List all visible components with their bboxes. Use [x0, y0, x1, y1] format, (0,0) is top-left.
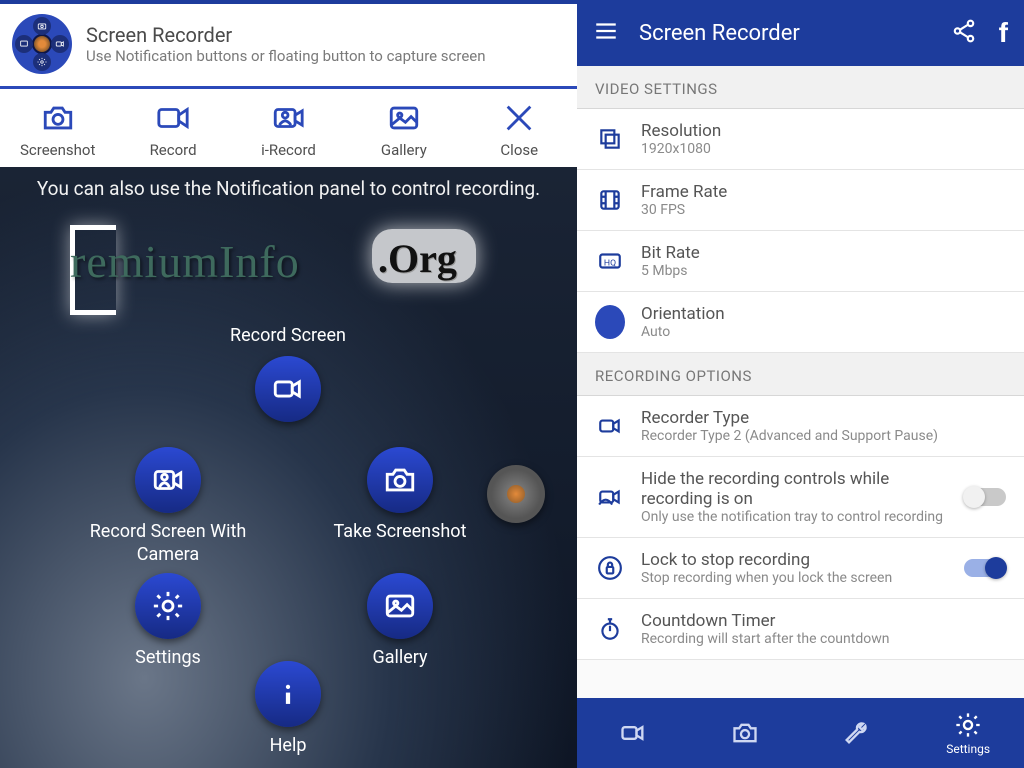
camera-icon — [38, 101, 78, 135]
hq-icon: HQ — [597, 248, 623, 274]
setting-lock-stop[interactable]: Lock to stop recording Stop recording wh… — [577, 538, 1024, 599]
toolbar: Screenshot Record i-Record Gallery Close — [0, 89, 577, 167]
tab-record[interactable] — [577, 698, 689, 768]
camera-icon — [37, 21, 47, 31]
record-with-camera-button[interactable]: Record Screen With Camera — [78, 447, 258, 566]
screenshot-button[interactable]: Screenshot — [8, 101, 108, 159]
appbar-title: Screen Recorder — [621, 21, 951, 46]
record-button[interactable]: Record — [123, 101, 223, 159]
tab-screenshot[interactable] — [689, 698, 801, 768]
close-icon — [499, 101, 539, 135]
overlay-gallery-button[interactable]: Gallery — [310, 573, 490, 670]
display-icon — [19, 39, 29, 49]
screenshot-label: Screenshot — [20, 141, 95, 159]
setting-hide-controls[interactable]: Hide the recording controls while record… — [577, 457, 1024, 538]
gallery-label: Gallery — [381, 141, 427, 159]
lock-stop-toggle[interactable] — [964, 559, 1006, 577]
share-icon — [951, 18, 977, 44]
film-icon — [597, 187, 623, 213]
close-label: Close — [500, 141, 538, 159]
bottom-nav: Settings — [577, 698, 1024, 768]
video-icon — [271, 372, 305, 406]
section-video-settings: VIDEO SETTINGS — [577, 66, 1024, 109]
tab-settings[interactable]: Settings — [912, 698, 1024, 768]
person-camera-icon — [268, 101, 308, 135]
setting-bitrate[interactable]: HQ Bit Rate 5 Mbps — [577, 231, 1024, 292]
watermark-text: remiumInfo — [70, 235, 300, 288]
appbar: Screen Recorder f — [577, 0, 1024, 66]
camera-icon — [731, 719, 759, 747]
video-icon — [597, 413, 623, 439]
video-icon — [153, 101, 193, 135]
gallery-button[interactable]: Gallery — [354, 101, 454, 159]
menu-button[interactable] — [593, 18, 621, 48]
take-screenshot-button[interactable]: Take Screenshot — [310, 447, 490, 544]
header-title: Screen Recorder — [86, 23, 486, 47]
setting-orientation[interactable]: Orientation Auto — [577, 292, 1024, 353]
setting-framerate[interactable]: Frame Rate 30 FPS — [577, 170, 1024, 231]
record-screen-button[interactable]: Record Screen — [198, 325, 378, 422]
gear-icon — [954, 711, 982, 739]
record-label: Record — [150, 141, 197, 159]
video-icon — [619, 719, 647, 747]
video-icon — [55, 39, 65, 49]
setting-recorder-type[interactable]: Recorder Type Recorder Type 2 (Advanced … — [577, 396, 1024, 457]
gallery-icon — [384, 101, 424, 135]
gear-icon — [151, 589, 185, 623]
section-recording-options: RECORDING OPTIONS — [577, 353, 1024, 396]
gallery-icon — [383, 589, 417, 623]
hamburger-icon — [593, 18, 619, 44]
phone-left: Screen Recorder Use Notification buttons… — [0, 0, 577, 768]
hide-video-icon — [597, 484, 623, 510]
app-icon — [12, 14, 72, 74]
phone-right: Screen Recorder f VIDEO SETTINGS Resolut… — [577, 0, 1024, 768]
hide-controls-toggle[interactable] — [964, 488, 1006, 506]
overlay: You can also use the Notification panel … — [0, 167, 577, 768]
share-button[interactable] — [951, 18, 977, 48]
setting-resolution[interactable]: Resolution 1920x1080 — [577, 109, 1024, 170]
camera-icon — [383, 463, 417, 497]
header-subtitle: Use Notification buttons or floating but… — [86, 47, 486, 65]
orientation-icon — [595, 305, 625, 339]
resolution-icon — [597, 126, 623, 152]
stopwatch-icon — [597, 616, 623, 642]
lock-icon — [597, 555, 623, 581]
person-camera-icon — [151, 463, 185, 497]
gear-icon — [37, 57, 47, 67]
settings-list: VIDEO SETTINGS Resolution 1920x1080 Fram… — [577, 66, 1024, 698]
svg-text:HQ: HQ — [604, 258, 616, 268]
header: Screen Recorder Use Notification buttons… — [0, 0, 577, 89]
irecord-button[interactable]: i-Record — [238, 101, 338, 159]
overlay-hint: You can also use the Notification panel … — [0, 167, 577, 200]
irecord-label: i-Record — [261, 141, 316, 159]
facebook-button[interactable]: f — [999, 17, 1008, 49]
setting-countdown[interactable]: Countdown Timer Recording will start aft… — [577, 599, 1024, 660]
info-icon — [271, 677, 305, 711]
lens-icon — [32, 34, 52, 54]
watermark-org: .Org — [378, 235, 457, 282]
wrench-icon — [842, 719, 870, 747]
settings-button[interactable]: Settings — [78, 573, 258, 670]
close-button[interactable]: Close — [469, 101, 569, 159]
tab-tools[interactable] — [801, 698, 913, 768]
help-button[interactable]: Help — [198, 661, 378, 758]
